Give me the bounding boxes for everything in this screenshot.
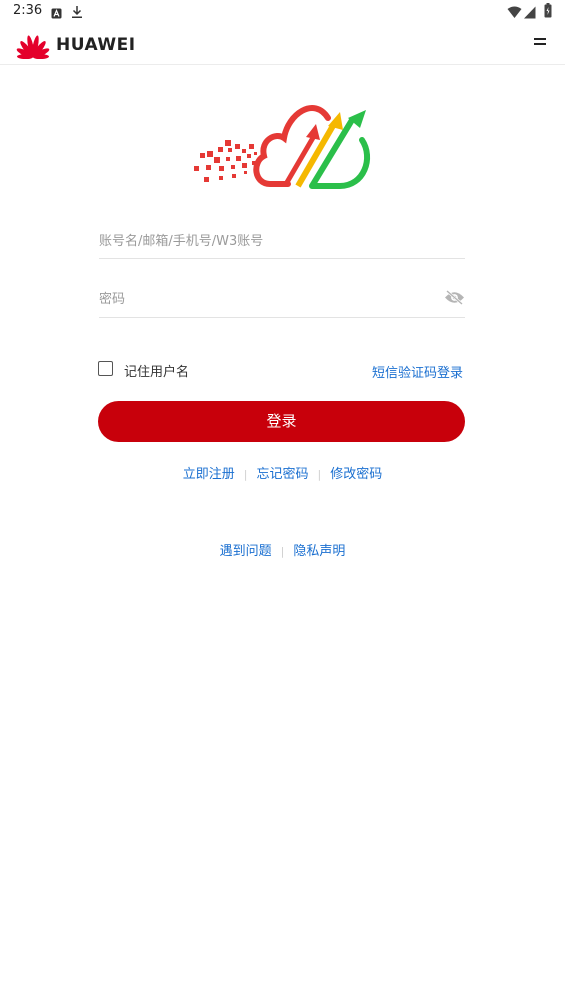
sms-login-link[interactable]: 短信验证码登录 <box>372 362 463 381</box>
app-header: HUAWEI <box>0 24 565 65</box>
wifi-icon <box>507 4 522 23</box>
status-time: 2:36 <box>13 3 43 18</box>
status-bar: 2:36 <box>0 0 565 24</box>
battery-icon <box>544 3 552 22</box>
link-separator: | <box>280 545 285 558</box>
huawei-logo-icon <box>14 29 52 63</box>
password-input[interactable] <box>99 281 429 317</box>
remember-label: 记住用户名 <box>124 365 190 380</box>
register-link[interactable]: 立即注册 <box>183 467 235 482</box>
help-link[interactable]: 遇到问题 <box>220 544 272 559</box>
change-password-link[interactable]: 修改密码 <box>330 467 382 482</box>
account-input[interactable] <box>99 223 429 259</box>
password-field-container <box>99 281 465 318</box>
link-separator: | <box>317 468 322 481</box>
account-links: 立即注册 | 忘记密码 | 修改密码 <box>0 463 565 482</box>
notification-a-icon <box>51 4 62 23</box>
eye-hidden-icon[interactable] <box>444 290 465 309</box>
hamburger-menu-icon[interactable] <box>534 35 548 49</box>
brand-name: HUAWEI <box>56 35 136 55</box>
forgot-password-link[interactable]: 忘记密码 <box>256 467 308 482</box>
help-links: 遇到问题 | 隐私声明 <box>0 540 565 559</box>
login-button[interactable]: 登录 <box>98 401 465 442</box>
remember-checkbox[interactable] <box>98 361 113 376</box>
account-field-container <box>99 223 465 259</box>
cloud-growth-logo <box>190 96 375 195</box>
link-separator: | <box>243 468 248 481</box>
privacy-link[interactable]: 隐私声明 <box>293 544 345 559</box>
download-icon <box>71 4 83 23</box>
signal-icon <box>524 4 536 23</box>
